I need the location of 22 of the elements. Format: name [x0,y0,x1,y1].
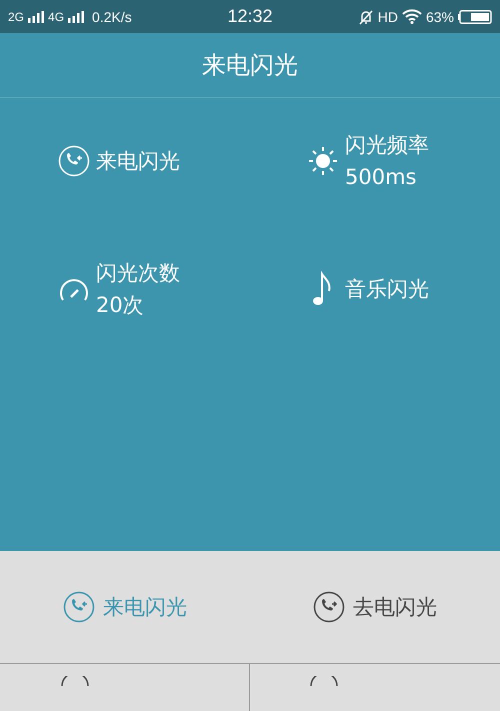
wifi-icon [402,9,422,24]
network-label: 0.2K/s [92,8,132,24]
network-label: 4G [48,10,64,24]
setting-label: 闪光次数 [96,260,180,287]
setting-label: 来电闪光 [96,148,180,175]
outgoing-call-icon [313,591,345,623]
signal-icon [68,10,84,22]
muted-bell-icon [358,8,374,24]
page-title: 来电闪光 [202,50,298,81]
sun-icon [307,145,339,177]
network-label: 2G [8,10,24,24]
battery-icon [458,10,492,24]
signal-icon [28,10,44,22]
incoming-call-icon [63,591,95,623]
clock: 12:32 [227,6,273,27]
battery-percent: 63% [426,8,454,24]
hd-label: HD [378,8,398,24]
setting-label: 闪光频率 [345,132,429,159]
setting-value: 20次 [96,292,145,319]
setting-value: 500ms [345,164,418,191]
incoming-call-icon [58,145,90,177]
setting-label: 音乐闪光 [345,276,429,303]
